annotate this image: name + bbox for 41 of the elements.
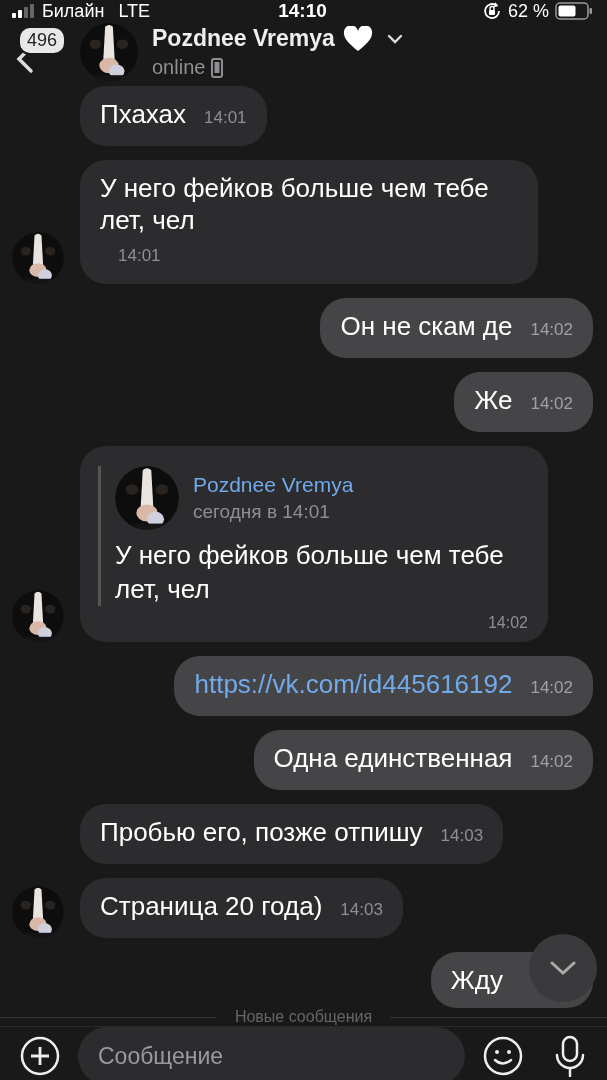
message-text: Жду	[450, 964, 503, 996]
emoji-button[interactable]	[483, 1036, 523, 1076]
message-field[interactable]: Сообщение	[78, 1027, 465, 1080]
message-text: Страница 20 года)	[100, 890, 323, 922]
message-time: 14:02	[486, 614, 528, 632]
back-button[interactable]: 496	[12, 22, 66, 82]
attach-button[interactable]	[20, 1036, 60, 1076]
signal-icon	[12, 4, 36, 18]
message-time: 14:02	[530, 677, 573, 699]
message-text: Одна единственная	[273, 742, 513, 774]
quote-date: сегодня в 14:01	[193, 501, 331, 523]
unread-badge: 496	[18, 26, 67, 55]
divider-label: Новые сообщения	[234, 1008, 373, 1026]
message-text: Пхахах	[100, 98, 187, 130]
clock-time: 14:10	[278, 0, 327, 22]
microphone-button[interactable]	[553, 1035, 587, 1077]
message-text: Же	[474, 384, 513, 416]
quote-text: У него фейков больше чем тебе лет, чел	[115, 539, 505, 606]
carrier-name: Билайн	[42, 0, 105, 22]
online-status: online	[152, 56, 206, 79]
battery-percent: 62 %	[508, 0, 549, 22]
message-time: 14:03	[440, 825, 484, 847]
message-time: 14:02	[530, 751, 573, 773]
rotation-lock-icon	[482, 1, 502, 21]
message-time: 14:02	[530, 393, 573, 415]
phone-icon	[211, 57, 224, 78]
message-time: 14:03	[340, 899, 383, 921]
message-text: Он не скам де	[340, 310, 513, 342]
message-time: 14:01	[118, 245, 161, 267]
network-type: LTE	[118, 0, 151, 22]
heart-icon	[342, 25, 373, 52]
message-link[interactable]: https://vk.com/id445616192	[194, 669, 513, 699]
chevron-down-icon	[550, 961, 576, 975]
message-text: У него фейков больше чем тебе лет, чел	[100, 172, 490, 236]
message-text: Пробью его, позже отпишу	[100, 816, 423, 848]
battery-icon	[555, 2, 593, 20]
chevron-down-icon[interactable]	[386, 33, 403, 44]
contact-name: Pozdnee Vremya	[152, 25, 335, 52]
message-time: 14:02	[530, 319, 573, 341]
message-time: 14:01	[204, 107, 247, 129]
quote-author[interactable]: Pozdnee Vremya	[193, 473, 354, 497]
